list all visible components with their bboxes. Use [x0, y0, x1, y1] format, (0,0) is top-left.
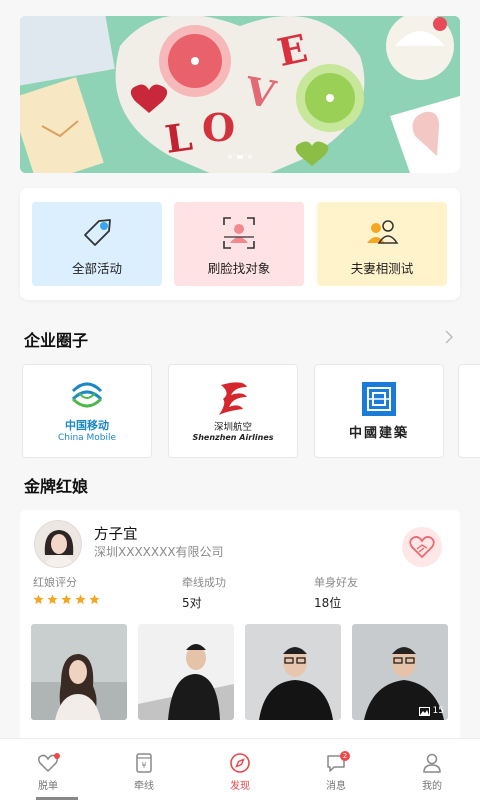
banner-dot-active[interactable]	[237, 155, 243, 159]
matchmaker-card[interactable]: 方子宜 深圳XXXXXXX有限公司 红娘评分 牵线成功 5对 单身好友 18位	[20, 510, 460, 750]
like-button[interactable]	[402, 527, 442, 567]
face-scan-label: 刷脸找对象	[207, 261, 271, 276]
cup-icon: ¥	[136, 753, 152, 773]
gallery-photo[interactable]	[138, 624, 234, 720]
stat-label: 牵线成功	[182, 576, 226, 589]
compass-icon	[230, 753, 250, 773]
chevron-right-icon[interactable]	[442, 330, 456, 344]
svg-text:¥: ¥	[141, 761, 146, 770]
gallery-photo[interactable]	[245, 624, 341, 720]
couple-test-button[interactable]: 夫妻相测试	[317, 202, 447, 286]
company-name: 中國建築	[348, 425, 409, 441]
company-subname: China Mobile	[57, 433, 117, 443]
star-icon	[89, 594, 100, 605]
banner-image: L O V E	[20, 16, 460, 173]
photo-count: 15	[418, 706, 444, 716]
matchmaker-company: 深圳XXXXXXX有限公司	[94, 545, 224, 559]
company-name: 中国移动	[65, 419, 109, 432]
tab-label: 消息	[326, 781, 346, 792]
company-card-china-mobile[interactable]: 中国移动 China Mobile	[22, 364, 152, 458]
all-activities-button[interactable]: 全部活动	[32, 202, 162, 286]
company-card-cscec[interactable]: 中國建築	[314, 364, 444, 458]
avatar[interactable]	[34, 520, 82, 568]
tab-faxian[interactable]: 发现	[192, 739, 288, 800]
message-badge: 2	[340, 751, 350, 761]
star-icon	[61, 594, 72, 605]
banner-dot[interactable]	[228, 155, 232, 159]
stat-value: 5对	[182, 596, 202, 610]
star-icon	[47, 594, 58, 605]
banner-pagination[interactable]	[20, 155, 460, 159]
tab-label: 发现	[230, 781, 250, 792]
stat-label: 单身好友	[314, 576, 358, 589]
tab-label: 脱单	[38, 781, 58, 792]
quick-actions-panel: 全部活动 刷脸找对象 夫妻相测试	[20, 188, 460, 300]
tab-label: 我的	[422, 781, 442, 792]
couple-icon	[367, 220, 399, 244]
stat-rating: 红娘评分	[33, 574, 100, 605]
tab-xiaoxi[interactable]: 2 消息	[288, 739, 384, 800]
star-icon	[33, 594, 44, 605]
cscec-logo	[362, 381, 396, 416]
tab-tuodan[interactable]: 脱单	[0, 739, 96, 800]
all-activities-label: 全部活动	[71, 261, 122, 276]
matchmaker-section-title: 金牌红娘	[24, 477, 89, 496]
star-icon	[75, 594, 86, 605]
stat-matches: 牵线成功 5对	[182, 574, 226, 611]
heart-hand-icon	[409, 536, 435, 559]
company-subname: Shenzhen Airlines	[192, 432, 274, 442]
notification-dot	[54, 753, 60, 759]
stat-singles: 单身好友 18位	[314, 574, 358, 611]
user-icon	[423, 753, 441, 773]
tab-label: 牵线	[134, 781, 154, 792]
photo-count-value: 15	[432, 706, 444, 716]
banner-letter-o: O	[202, 105, 235, 150]
tag-icon	[84, 219, 111, 246]
shenzhen-airlines-logo	[219, 381, 247, 415]
stat-label: 红娘评分	[33, 576, 77, 589]
couple-test-label: 夫妻相测试	[350, 261, 414, 276]
rating-stars	[33, 594, 100, 605]
companies-section-title: 企业圈子	[24, 331, 89, 350]
tab-wode[interactable]: 我的	[384, 739, 480, 800]
company-card-shenzhen-airlines[interactable]: 深圳航空 Shenzhen Airlines	[168, 364, 298, 458]
gallery-photo[interactable]: 15	[352, 624, 448, 720]
face-scan-button[interactable]: 刷脸找对象	[174, 202, 304, 286]
stat-value: 18位	[314, 596, 342, 610]
matchmaker-name: 方子宜	[94, 527, 138, 543]
bottom-tab-bar: 脱单 ¥ 牵线 发现 2 消息 我的	[0, 738, 480, 800]
company-card-partial[interactable]	[458, 364, 480, 458]
china-mobile-logo	[71, 382, 103, 408]
company-name: 深圳航空	[213, 421, 252, 433]
banner-dot[interactable]	[248, 155, 252, 159]
tab-qianxian[interactable]: ¥ 牵线	[96, 739, 192, 800]
gallery-photo[interactable]	[31, 624, 127, 720]
face-scan-icon	[223, 217, 255, 249]
hero-banner[interactable]: L O V E	[20, 16, 460, 173]
image-icon	[418, 706, 430, 716]
